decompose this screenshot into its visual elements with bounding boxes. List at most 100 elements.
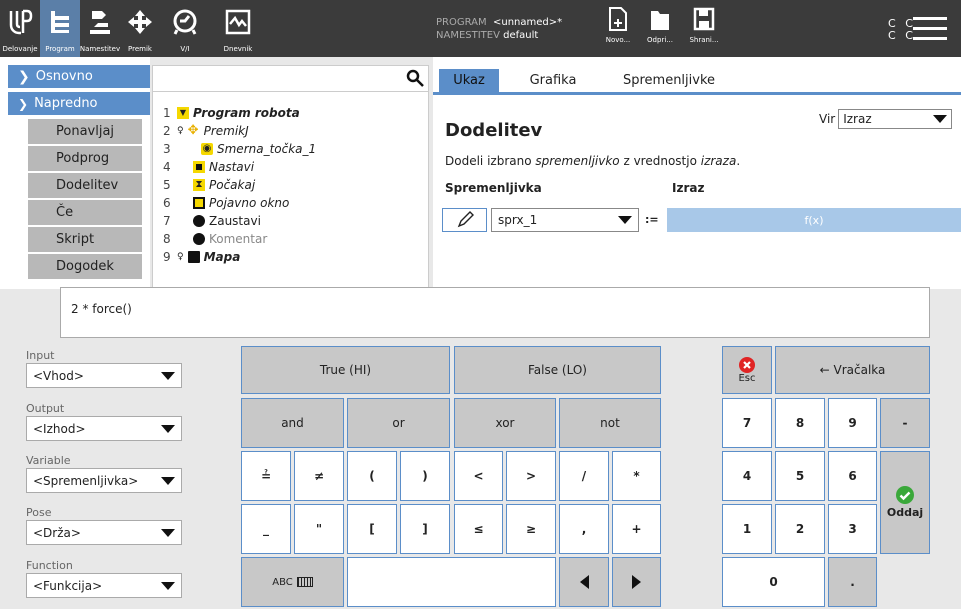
tab-namestitev[interactable]: Namestitev bbox=[80, 0, 120, 57]
tree-line[interactable]: 2 ♀ ✥ PremikJ bbox=[163, 122, 249, 140]
key-greater-equal[interactable]: ≥ bbox=[506, 504, 556, 554]
search-icon[interactable] bbox=[406, 69, 424, 87]
tree-line[interactable]: 4 Nastavi bbox=[163, 158, 254, 176]
chevron-down-icon bbox=[161, 476, 175, 485]
input-select[interactable]: <Vhod> bbox=[26, 363, 182, 388]
pose-select[interactable]: <Drža> bbox=[26, 520, 182, 545]
key-minus[interactable]: - bbox=[880, 398, 930, 448]
nav-item-ponavljaj[interactable]: Ponavljaj bbox=[28, 119, 142, 144]
key-close-paren[interactable]: ) bbox=[400, 451, 450, 501]
nav-item-podprog[interactable]: Podprog bbox=[28, 146, 142, 171]
save-button[interactable]: Shrani... bbox=[684, 6, 724, 54]
not-key[interactable]: not bbox=[559, 398, 661, 448]
tab-grafika[interactable]: Grafika bbox=[517, 69, 589, 92]
false-key[interactable]: False (LO) bbox=[454, 346, 661, 394]
tree-line[interactable]: 8 Komentar bbox=[163, 230, 267, 248]
tree-line[interactable]: 5 ⧗ Počakaj bbox=[163, 176, 255, 194]
tab-ukaz[interactable]: Ukaz bbox=[439, 69, 499, 92]
variable-header: Spremenljivka bbox=[445, 181, 542, 195]
tree-search-input[interactable] bbox=[153, 66, 428, 92]
tree-line[interactable]: 9 ♀ Mapa bbox=[163, 248, 240, 266]
source-select[interactable]: Izraz bbox=[838, 109, 953, 129]
tab-vi[interactable]: V/I bbox=[160, 0, 210, 57]
key-5[interactable]: 5 bbox=[775, 451, 825, 501]
key-less[interactable]: < bbox=[454, 451, 503, 501]
expression-header: Izraz bbox=[672, 181, 705, 195]
key-less-equal[interactable]: ≤ bbox=[454, 504, 503, 554]
submit-key[interactable]: Oddaj bbox=[880, 451, 930, 554]
variable-insert-select[interactable]: <Spremenljivka> bbox=[26, 468, 182, 493]
key-2[interactable]: 2 bbox=[775, 504, 825, 554]
key-7[interactable]: 7 bbox=[722, 398, 772, 448]
abc-keyboard-key[interactable]: ABC bbox=[241, 557, 344, 607]
edit-variable-button[interactable] bbox=[442, 208, 487, 232]
cursor-left-key[interactable] bbox=[559, 557, 609, 607]
tree-line[interactable]: 1 ▼ Program robota bbox=[163, 104, 300, 122]
top-bar: Delovanje Program Namestitev Premik V/I … bbox=[0, 0, 961, 57]
key-not-equal[interactable]: ≠ bbox=[294, 451, 344, 501]
pencil-icon bbox=[457, 211, 474, 228]
and-key[interactable]: and bbox=[241, 398, 344, 448]
tree-line[interactable]: 7 Zaustavi bbox=[163, 212, 261, 230]
key-1[interactable]: 1 bbox=[722, 504, 772, 554]
space-key[interactable] bbox=[347, 557, 556, 607]
key-6[interactable]: 6 bbox=[828, 451, 877, 501]
key-greater[interactable]: > bbox=[506, 451, 556, 501]
nav-item-ce[interactable]: Če bbox=[28, 200, 142, 225]
key-decimal[interactable]: . bbox=[828, 557, 877, 607]
tab-dnevnik[interactable]: Dnevnik bbox=[210, 0, 266, 57]
key-0[interactable]: 0 bbox=[722, 557, 825, 607]
true-key[interactable]: True (HI) bbox=[241, 346, 450, 394]
move-arrows-icon bbox=[128, 10, 152, 34]
key-multiply[interactable]: * bbox=[612, 451, 661, 501]
key-open-bracket[interactable]: [ bbox=[347, 504, 397, 554]
program-root-icon: ▼ bbox=[177, 107, 189, 119]
key-8[interactable]: 8 bbox=[775, 398, 825, 448]
tab-delovanje[interactable]: Delovanje bbox=[0, 0, 40, 57]
new-button[interactable]: Novo... bbox=[598, 6, 638, 54]
backspace-key[interactable]: ← Vračalka bbox=[775, 346, 930, 394]
nav-item-skript[interactable]: Skript bbox=[28, 227, 142, 252]
or-key[interactable]: or bbox=[347, 398, 450, 448]
key-9[interactable]: 9 bbox=[828, 398, 877, 448]
source-label: Vir bbox=[819, 112, 836, 126]
nav-osnovno[interactable]: ❯ Osnovno bbox=[8, 65, 150, 89]
expression-input[interactable]: 2 * force() bbox=[60, 287, 930, 338]
tab-premik[interactable]: Premik bbox=[120, 0, 160, 57]
cursor-right-key[interactable] bbox=[612, 557, 661, 607]
function-select[interactable]: <Funkcija> bbox=[26, 573, 182, 598]
arrow-right-icon bbox=[632, 575, 641, 589]
key-underscore[interactable]: _ bbox=[241, 504, 291, 554]
chevron-down-icon bbox=[161, 528, 175, 537]
output-select[interactable]: <Izhod> bbox=[26, 416, 182, 441]
expression-field[interactable]: f(x) bbox=[667, 208, 961, 232]
variable-select[interactable]: sprx_1 bbox=[491, 208, 639, 232]
nav-item-dogodek[interactable]: Dogodek bbox=[28, 254, 142, 279]
key-divide[interactable]: / bbox=[559, 451, 609, 501]
nav-napredno[interactable]: ❯ Napredno bbox=[8, 92, 150, 116]
key-open-paren[interactable]: ( bbox=[347, 451, 397, 501]
nav-item-dodelitev[interactable]: Dodelitev bbox=[28, 173, 142, 198]
key-3[interactable]: 3 bbox=[828, 504, 877, 554]
function-selector-group: Function <Funkcija> bbox=[26, 559, 186, 598]
key-close-bracket[interactable]: ] bbox=[400, 504, 450, 554]
key-plus[interactable]: + bbox=[612, 504, 661, 554]
tree-line[interactable]: 3 ◉ Smerna_točka_1 bbox=[163, 140, 316, 158]
tree-line[interactable]: 6 Pojavno okno bbox=[163, 194, 289, 212]
hamburger-menu-icon[interactable] bbox=[913, 17, 947, 41]
program-info: PROGRAM <unnamed>* NAMESTITEV default bbox=[436, 16, 562, 42]
io-icon bbox=[173, 9, 197, 35]
key-comma[interactable]: , bbox=[559, 504, 609, 554]
key-equal-question[interactable]: ≟ bbox=[241, 451, 291, 501]
chevron-down-icon: ❯ bbox=[18, 96, 29, 111]
tab-program[interactable]: Program bbox=[40, 0, 80, 57]
esc-key[interactable]: Esc bbox=[722, 346, 772, 394]
open-button[interactable]: Odpri... bbox=[640, 6, 680, 54]
ur-logo-icon bbox=[9, 9, 33, 35]
key-4[interactable]: 4 bbox=[722, 451, 772, 501]
xor-key[interactable]: xor bbox=[454, 398, 556, 448]
tab-spremenljivke[interactable]: Spremenljivke bbox=[609, 69, 729, 92]
open-folder-icon bbox=[651, 11, 669, 30]
chevron-right-icon: ❯ bbox=[18, 68, 30, 85]
key-quote[interactable]: " bbox=[294, 504, 344, 554]
